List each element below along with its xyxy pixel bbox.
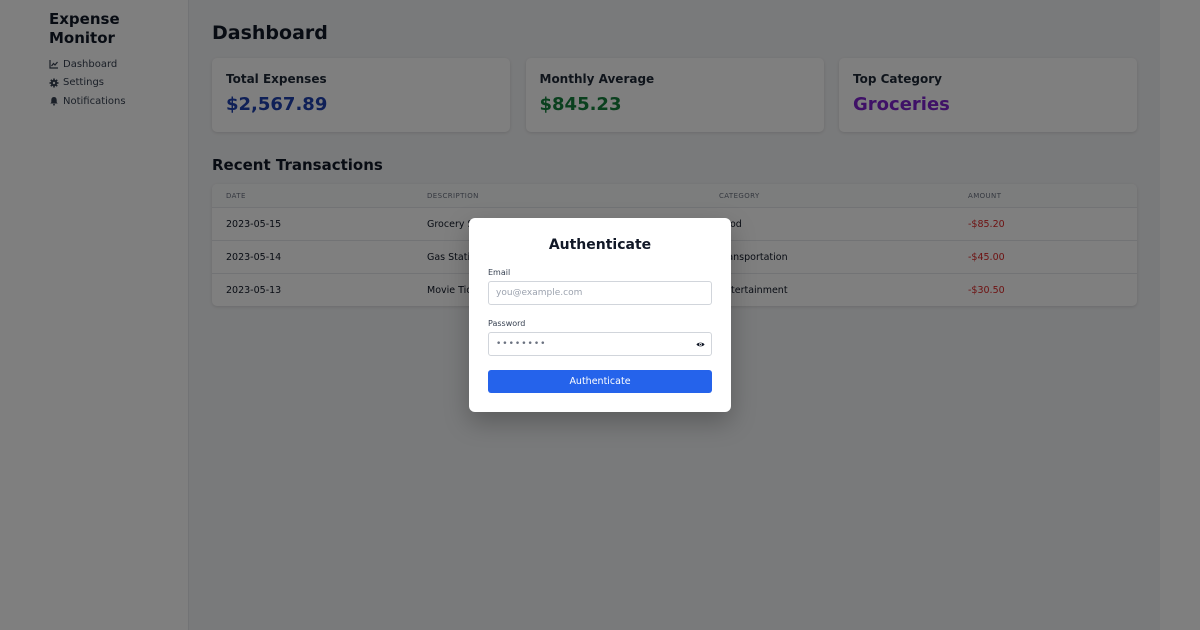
modal-title: Authenticate [548, 237, 652, 253]
eye-icon[interactable] [696, 340, 705, 349]
email-field[interactable]: you@example.com [488, 281, 712, 305]
email-placeholder: you@example.com [496, 288, 583, 298]
authenticate-button[interactable]: Authenticate [488, 370, 712, 393]
password-label: Password [488, 319, 526, 328]
password-value: •••••••• [496, 339, 547, 349]
email-label: Email [488, 268, 511, 277]
auth-modal: Authenticate Email you@example.com Passw… [469, 218, 731, 412]
password-field[interactable]: •••••••• [488, 332, 712, 356]
